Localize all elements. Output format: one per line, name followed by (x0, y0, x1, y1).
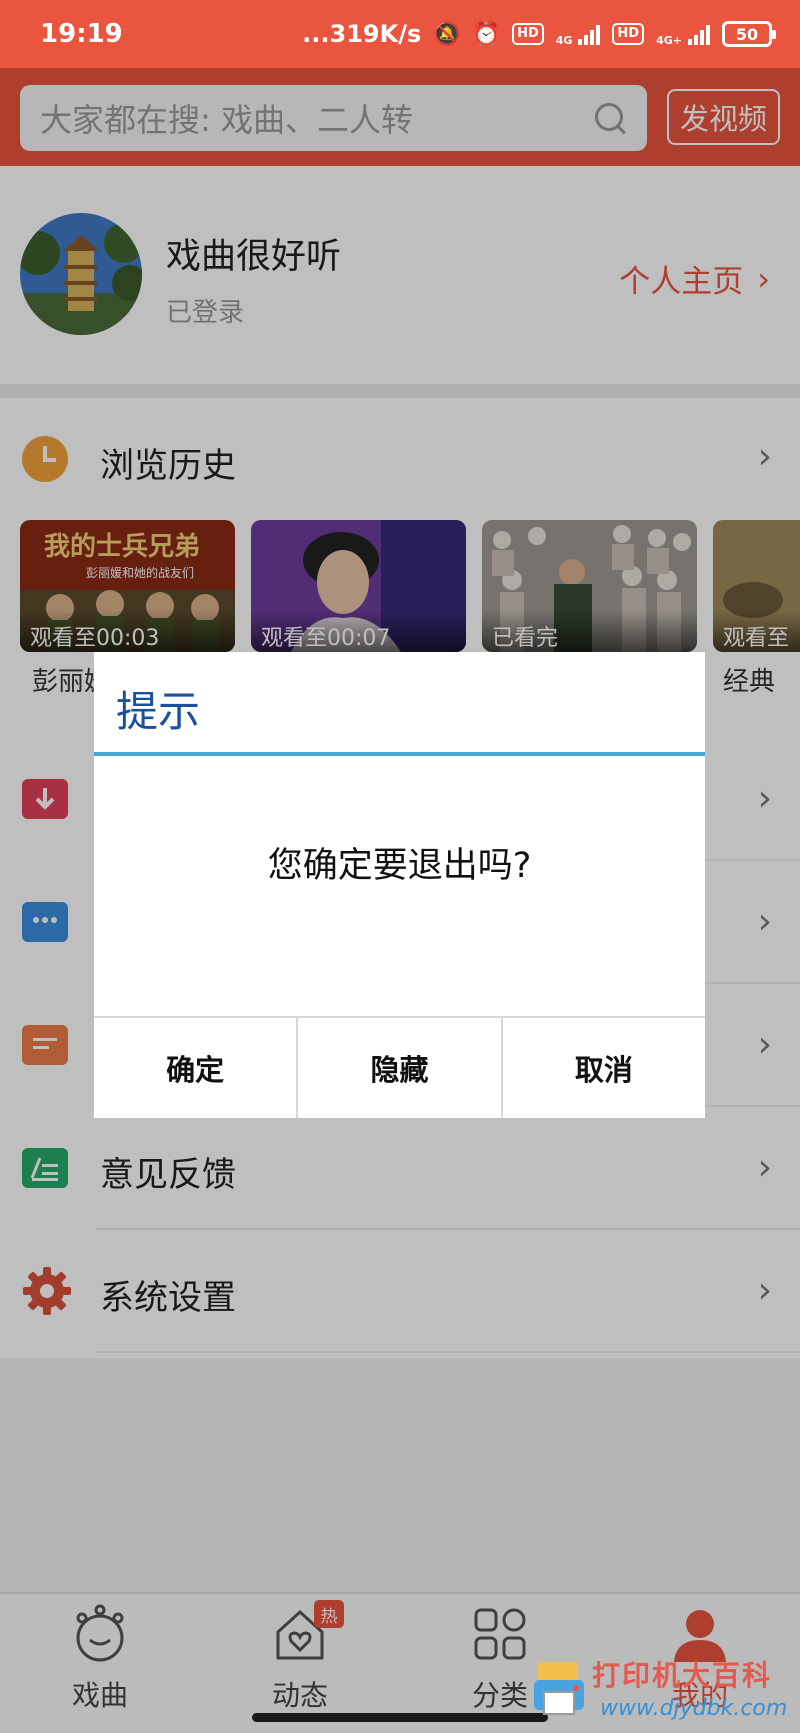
hd-icon: HD (512, 23, 544, 45)
battery-icon: 50 (722, 21, 776, 47)
exit-dialog: 提示 您确定要退出吗? 确定 隐藏 取消 (94, 652, 705, 1118)
dialog-title: 提示 (116, 687, 201, 736)
hide-button[interactable]: 隐藏 (298, 1018, 503, 1118)
dialog-buttons: 确定 隐藏 取消 (94, 1016, 705, 1118)
net-type-1: 4G (555, 34, 573, 47)
watermark: 打印机大百科 www.djydbk.com (530, 1652, 800, 1730)
watermark-text: 打印机大百科 (592, 1659, 773, 1692)
hd-icon-2: HD (612, 23, 645, 45)
signal-icon (578, 23, 601, 45)
net-type-2: 4G+ (656, 34, 682, 47)
dialog-message: 您确定要退出吗? (267, 845, 532, 886)
confirm-button[interactable]: 确定 (94, 1018, 299, 1118)
net-speed: ...319K/s (302, 20, 422, 48)
status-icons: ...319K/s 🔕 ⏰ HD 4G HD 4G+ 50 (302, 20, 776, 48)
alarm-icon: ⏰ (472, 21, 501, 47)
signal-icon-2 (688, 23, 710, 45)
printer-logo-icon (534, 1662, 584, 1715)
cancel-button[interactable]: 取消 (502, 1018, 705, 1118)
status-bar: 19:19 ...319K/s 🔕 ⏰ HD 4G HD 4G+ 50 (0, 0, 800, 68)
watermark-url: www.djydbk.com (600, 1696, 788, 1721)
status-time: 19:19 (40, 19, 123, 49)
mute-bell-icon: 🔕 (433, 21, 461, 47)
